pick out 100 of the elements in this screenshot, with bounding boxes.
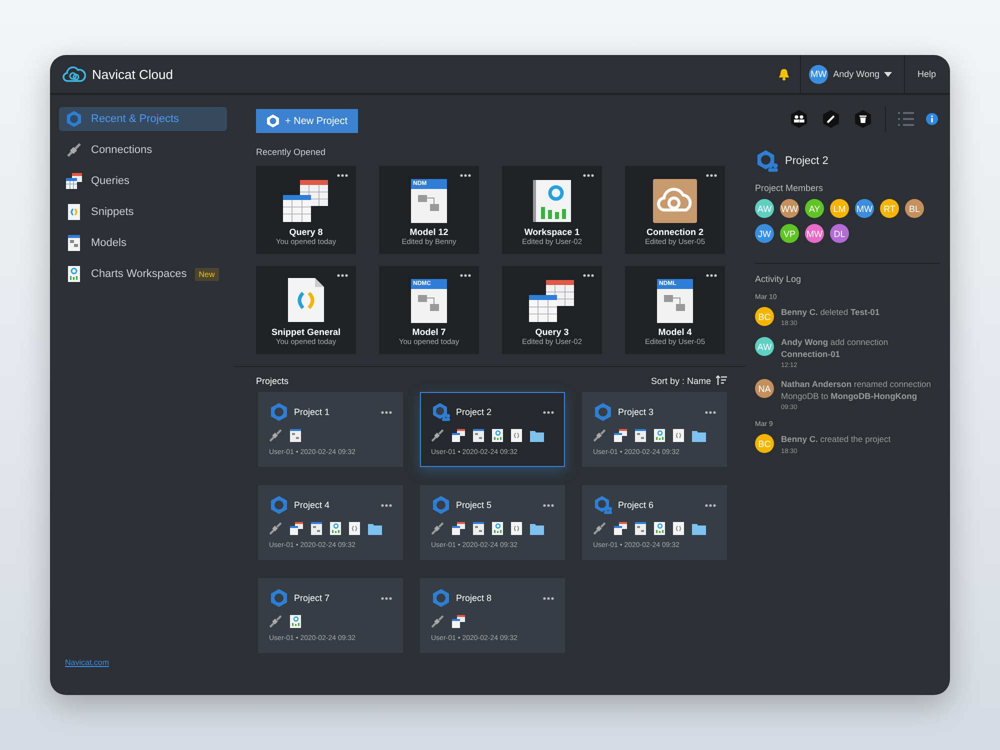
snippet-icon (511, 429, 522, 442)
new-badge: New (194, 268, 219, 280)
folder-icon (368, 522, 382, 534)
more-icon[interactable] (583, 274, 594, 277)
snippet-icon (673, 429, 684, 442)
activity-text: Benny C. deleted Test-01 (781, 307, 881, 318)
project-name: Project 3 (618, 407, 655, 417)
more-icon[interactable] (381, 410, 392, 414)
delete-icon[interactable] (853, 109, 873, 129)
chart-document-icon (654, 429, 665, 442)
project-name: Project 2 (456, 407, 493, 417)
snippet-icon (673, 522, 684, 535)
caret-icon (884, 72, 892, 76)
model-document-icon (635, 522, 646, 535)
plug-icon (431, 615, 444, 628)
snippet-icon (65, 203, 83, 221)
table-icon (290, 522, 303, 535)
more-icon[interactable] (583, 174, 594, 177)
file-title: Model 12 (410, 227, 448, 237)
sidebar-item[interactable]: Models (59, 231, 227, 255)
new-project-button[interactable]: + New Project (256, 109, 358, 133)
file-title: Model 7 (412, 327, 446, 337)
plug-icon (65, 141, 83, 159)
folder-icon (692, 522, 706, 534)
plug-icon (593, 429, 606, 442)
section-title: Project Members (755, 183, 824, 193)
cloud-logo-icon (62, 64, 86, 84)
sort-icon (716, 375, 727, 386)
sidebar-label: Models (91, 237, 126, 249)
sidebar-label: Recent & Projects (91, 113, 180, 125)
file-title: Workspace 1 (524, 227, 580, 237)
table-icon (452, 522, 465, 535)
file-title: Query 8 (289, 227, 323, 237)
plug-icon (269, 522, 282, 535)
more-icon[interactable] (705, 410, 716, 414)
more-icon[interactable] (706, 174, 717, 177)
file-title: Connection 2 (646, 227, 704, 237)
more-icon[interactable] (543, 596, 554, 600)
website-link[interactable]: Navicat.com (59, 658, 227, 667)
model-document-icon (473, 429, 484, 442)
more-icon[interactable] (337, 274, 348, 277)
snippet-icon (349, 522, 360, 535)
user-avatar: NA (755, 379, 774, 398)
user-menu-button[interactable]: MW Andy Wong (801, 64, 904, 84)
more-icon[interactable] (706, 274, 717, 277)
project-name: Project 8 (456, 593, 493, 603)
notification-bell-icon[interactable] (778, 68, 790, 80)
more-icon[interactable] (337, 174, 348, 177)
chart-document-icon (330, 522, 341, 535)
sidebar-label: Charts Workspaces (91, 268, 187, 280)
app-title: Navicat Cloud (92, 66, 173, 82)
model-document-icon (635, 429, 646, 442)
sidebar-label: Queries (91, 175, 130, 187)
sidebar-item[interactable]: Connections (59, 138, 227, 162)
sidebar-label: Snippets (91, 206, 134, 218)
more-icon[interactable] (460, 174, 471, 177)
more-icon[interactable] (381, 596, 392, 600)
help-link[interactable]: Help (905, 69, 950, 79)
file-title: Snippet General (271, 327, 341, 337)
plug-icon (269, 615, 282, 628)
plug-icon (593, 522, 606, 535)
plug-icon (431, 522, 444, 535)
chart-document-icon (532, 179, 572, 223)
project-name: Project 1 (294, 407, 331, 417)
more-icon[interactable] (543, 410, 554, 414)
info-icon[interactable] (926, 113, 938, 125)
edit-icon[interactable] (821, 109, 841, 129)
user-avatar: BC (755, 434, 774, 454)
sidebar-label: Connections (91, 144, 152, 156)
user-avatar: AW (755, 337, 774, 356)
sidebar-item[interactable]: Snippets (59, 200, 227, 224)
more-icon[interactable] (705, 504, 716, 506)
chart-document-icon (492, 429, 503, 442)
activity-text: Nathan Anderson renamed connection MongoDB to MongoDB-HongKong (781, 379, 932, 402)
more-icon[interactable] (381, 504, 392, 506)
table-icon (614, 522, 627, 535)
chart-document-icon (492, 522, 503, 535)
sort-button[interactable]: Sort by : Name (650, 375, 727, 386)
section-title: Recently Opened (256, 147, 327, 157)
plug-icon (269, 429, 282, 442)
more-icon[interactable] (460, 274, 471, 277)
section-title: Projects (256, 376, 289, 386)
sidebar-item[interactable]: Queries (59, 169, 227, 193)
shared-project-icon (755, 149, 779, 173)
project-icon (266, 114, 280, 128)
chart-document-icon (290, 615, 301, 628)
tables-icon (528, 279, 576, 323)
more-icon[interactable] (543, 504, 554, 506)
section-title: Activity Log (755, 274, 802, 284)
project-title: Project 2 (785, 155, 828, 167)
project-name: Project 5 (456, 500, 493, 510)
table-icon (65, 172, 83, 190)
file-title: Model 4 (658, 327, 692, 337)
table-icon (452, 429, 465, 442)
activity-text: Benny C. created the project (781, 434, 892, 446)
members-icon[interactable] (789, 109, 809, 129)
sidebar-item[interactable]: Charts Workspaces New (59, 262, 227, 286)
project-name: Project 7 (294, 593, 331, 603)
user-avatar: MW (809, 64, 828, 84)
project-name: Project 6 (618, 500, 655, 510)
